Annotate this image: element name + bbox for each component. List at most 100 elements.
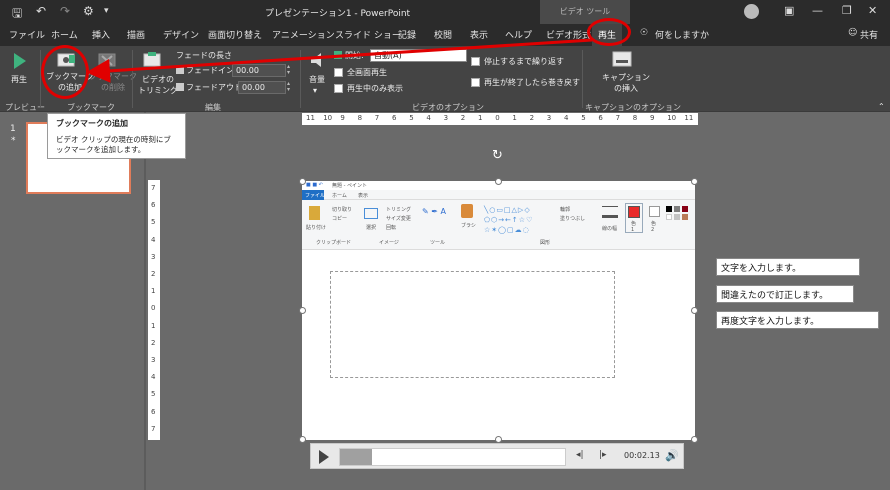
qat-more-icon[interactable]: ▾: [104, 6, 109, 16]
paint-tools-icons: ✎ ✒ A: [422, 207, 446, 216]
tab-home[interactable]: ホーム: [51, 28, 78, 41]
ruler-tick-label: 4: [426, 114, 431, 122]
account-avatar[interactable]: [744, 4, 759, 19]
window-title: プレゼンテーション1 - PowerPoint: [265, 9, 411, 19]
resize-handle-left[interactable]: [299, 307, 306, 314]
play-icon[interactable]: [13, 52, 27, 70]
rotate-handle-icon[interactable]: ↻: [492, 148, 503, 163]
ruler-tick-label: 9: [650, 114, 655, 122]
ruler-tick-label: 6: [598, 114, 603, 122]
progress-bar[interactable]: [339, 448, 566, 466]
fullscreen-checkbox[interactable]: [334, 68, 343, 77]
paint-tab-home: ホーム: [332, 193, 347, 199]
save-icon[interactable]: 🖫: [12, 4, 22, 25]
tab-design[interactable]: デザイン: [163, 28, 199, 41]
close-icon[interactable]: ✕: [868, 4, 877, 17]
ruler-tick-label: 2: [529, 114, 535, 122]
ruler-tick-label: 3: [151, 252, 156, 261]
paint-rotate-label: 回転: [386, 225, 397, 231]
hide-not-playing-label: 再生中のみ表示: [347, 84, 403, 93]
customize-icon[interactable]: ⚙: [83, 4, 94, 18]
share-button[interactable]: 共有: [860, 28, 878, 41]
undo-icon[interactable]: ↶: [36, 4, 46, 18]
paint-brushes-icon: [461, 204, 473, 218]
start-icon: [334, 51, 342, 59]
remove-bookmark-button: ブックマーク の削除: [89, 72, 137, 92]
resize-handle-right[interactable]: [691, 307, 698, 314]
tab-slideshow[interactable]: スライド ショー: [335, 28, 401, 41]
paint-paste-icon: [309, 206, 320, 220]
tell-me-search[interactable]: 何をしますか: [655, 28, 709, 41]
resize-handle-bottom-right[interactable]: [691, 436, 698, 443]
tab-file[interactable]: ファイル: [9, 28, 45, 41]
step-forward-icon[interactable]: |▸: [599, 450, 607, 460]
media-player-bar: ◂| |▸ 00:02.13 🔊: [310, 443, 684, 469]
collapse-ribbon-icon[interactable]: ⌃: [878, 102, 885, 111]
fade-in-input[interactable]: 00.00: [232, 64, 286, 77]
trim-video-icon[interactable]: [143, 51, 161, 67]
ruler-tick-label: 4: [151, 373, 156, 382]
note-box-2: 間違えたので訂正します。: [716, 285, 854, 303]
tab-help[interactable]: ヘルプ: [505, 28, 532, 41]
ribbon-display-icon[interactable]: ▣: [784, 4, 794, 17]
tab-video-format[interactable]: ビデオ形式: [546, 28, 591, 41]
tab-view[interactable]: 表示: [470, 28, 488, 41]
fade-in-spinner[interactable]: ▴ ▾: [287, 64, 296, 77]
resize-handle-top-right[interactable]: [691, 178, 698, 185]
loop-checkbox[interactable]: [471, 57, 480, 66]
slide-number: 1: [10, 124, 16, 134]
ruler-tick-label: 5: [151, 390, 156, 399]
group-separator: [300, 50, 301, 108]
resize-handle-top-left[interactable]: [299, 178, 306, 185]
play-pause-icon[interactable]: [319, 450, 329, 464]
paint-palette-black: [666, 206, 672, 212]
volume-button[interactable]: 音量: [309, 74, 325, 85]
ruler-tick-label: 4: [151, 235, 156, 244]
pane-separator[interactable]: [144, 112, 146, 490]
ruler-tick-label: 2: [460, 114, 466, 122]
tab-insert[interactable]: 挿入: [92, 28, 110, 41]
step-back-icon[interactable]: ◂|: [576, 450, 584, 460]
volume-icon[interactable]: [309, 52, 327, 68]
play-button-label[interactable]: 再生: [11, 74, 27, 85]
tab-animations[interactable]: アニメーション: [272, 28, 335, 41]
fade-in-label: フェードイン:: [186, 66, 237, 75]
paint-fill-label: 塗りつぶし: [560, 216, 586, 222]
redo-icon[interactable]: ↷: [60, 4, 70, 18]
start-dropdown[interactable]: 自動(A): [370, 49, 467, 62]
paint-tabs: ファイル ホーム 表示: [302, 190, 695, 200]
volume-dropdown-icon[interactable]: ▾: [313, 86, 317, 95]
minimize-icon[interactable]: —: [812, 4, 823, 17]
insert-captions-icon[interactable]: [612, 51, 632, 67]
resize-handle-bottom-left[interactable]: [299, 436, 306, 443]
mute-icon[interactable]: 🔊: [665, 449, 679, 462]
paint-tab-view: 表示: [358, 193, 369, 199]
ruler-tick-label: 9: [340, 114, 345, 122]
ruler-tick-label: 5: [409, 114, 414, 122]
paint-brushes-label: ブラシ: [461, 223, 476, 229]
trim-video-button[interactable]: ビデオの トリミング: [138, 74, 178, 96]
ruler-tick-label: 0: [151, 304, 156, 313]
fade-out-spinner[interactable]: ▴ ▾: [287, 81, 296, 94]
insert-captions-button[interactable]: キャプション の挿入: [602, 72, 650, 94]
ruler-tick-label: 3: [443, 114, 449, 122]
hide-not-playing-checkbox[interactable]: [334, 84, 343, 93]
resize-handle-bottom[interactable]: [495, 436, 502, 443]
paint-palette-brown: [682, 214, 688, 220]
tab-draw[interactable]: 描画: [127, 28, 145, 41]
rewind-label: 再生が終了したら巻き戻す: [484, 78, 580, 87]
ruler-tick-label: 5: [581, 114, 586, 122]
ruler-tick-label: 1: [151, 287, 156, 296]
resize-handle-top[interactable]: [495, 178, 502, 185]
rewind-checkbox[interactable]: [471, 78, 480, 87]
progress-fill: [340, 449, 372, 465]
ruler-tick-label: 1: [478, 114, 483, 122]
tab-review[interactable]: 校閲: [434, 28, 452, 41]
tab-transitions[interactable]: 画面切り替え: [208, 28, 262, 41]
restore-icon[interactable]: ❐: [842, 4, 852, 17]
paint-shapes-icons-row2: ⬠⬡→←↑☆♡: [484, 216, 534, 224]
tab-record[interactable]: 記録: [398, 28, 416, 41]
fade-out-input[interactable]: 00.00: [238, 81, 286, 94]
ruler-tick-label: 10: [323, 114, 333, 122]
paint-crop-label: トリミング: [386, 207, 412, 213]
